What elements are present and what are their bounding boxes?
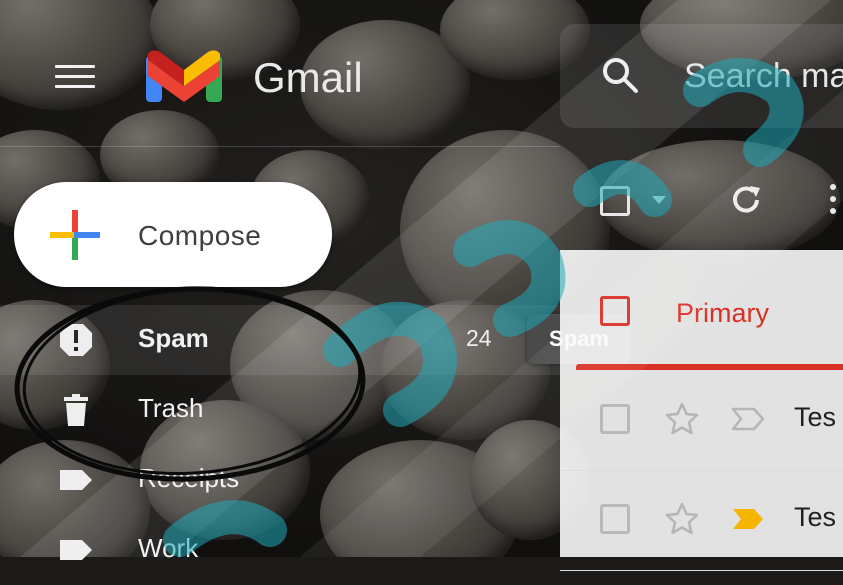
sidebar-item-label: Receipts [138,463,240,493]
inbox-icon [600,296,630,326]
unread-count-badge: 24 [466,325,492,351]
email-sender: Tes [794,502,837,532]
label-icon [60,540,92,560]
spam-exclamation-icon [60,324,92,356]
sidebar-item-trash[interactable]: Trash [0,375,560,445]
checkbox-icon[interactable] [600,404,630,434]
search-input[interactable]: Search mail [684,57,843,96]
email-row[interactable]: Tes [560,370,843,471]
sidebar-item-spam[interactable]: Spam 24 [0,305,560,375]
caret-down-icon[interactable] [652,196,666,204]
search-icon[interactable] [600,55,640,95]
sidebar-item-receipts[interactable]: Receipts [0,445,560,515]
sidebar-item-work[interactable]: Work [0,515,560,585]
refresh-icon[interactable] [728,182,764,218]
tab-primary[interactable]: Primary [560,250,843,370]
select-all-checkbox-icon[interactable] [600,186,630,216]
more-vertical-icon[interactable] [830,184,838,218]
tab-label: Primary [676,298,769,328]
app-title: Gmail [253,54,363,101]
sidebar-item-label: Spam [138,323,209,353]
important-marker-icon[interactable] [730,506,766,532]
email-row[interactable]: Tes [560,470,843,571]
trash-icon [64,394,88,426]
header-divider [0,146,560,147]
sidebar-item-label: Work [138,533,199,563]
important-marker-icon[interactable] [730,406,766,432]
label-icon [60,470,92,490]
checkbox-icon[interactable] [600,504,630,534]
gmail-m-logo-icon[interactable] [144,48,224,104]
compose-label: Compose [138,220,262,251]
email-sender: Tes [794,402,837,432]
star-icon[interactable] [664,401,700,437]
compose-button[interactable]: Compose [14,182,332,287]
star-icon[interactable] [664,501,700,537]
hamburger-menu-icon[interactable] [55,65,95,91]
multicolor-plus-icon [50,210,100,260]
sidebar-item-label: Trash [138,393,204,423]
